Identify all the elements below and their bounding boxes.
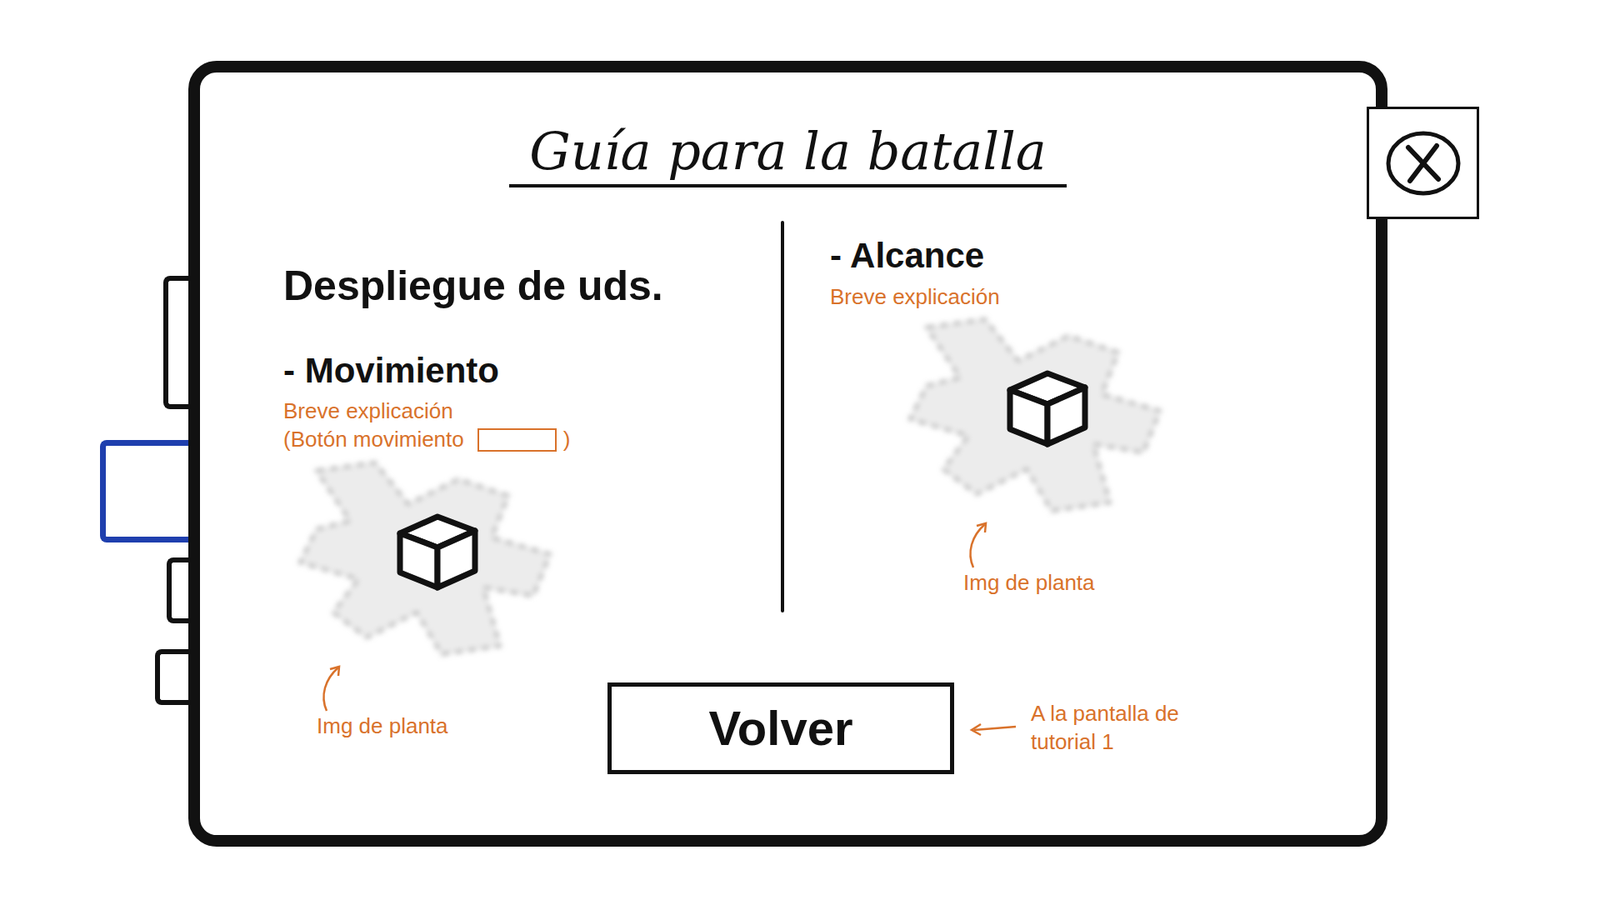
section-title: - Alcance [830, 235, 1376, 276]
section-title: - Movimiento [283, 350, 781, 391]
range-column: - Alcance Breve explicación Img de planta [784, 187, 1376, 621]
side-tab-strip [0, 60, 200, 900]
plant-image [283, 454, 584, 663]
caption-text: Img de planta [316, 712, 449, 741]
plant-image [893, 310, 1194, 520]
close-column [1387, 60, 1600, 900]
caption-arrow [963, 519, 997, 570]
back-button-note: A la pantalla de tutorial 1 [1030, 700, 1190, 757]
left-arrow-icon [967, 720, 1018, 737]
plant-map-icon [283, 454, 584, 663]
button-note: (Botón movimiento) [283, 425, 781, 455]
battle-guide-screen: Guía para la batallaDespliegue de uds.- … [0, 0, 1600, 900]
note-arrow [967, 718, 1018, 739]
column-divider [780, 220, 785, 613]
section-description: Breve explicación [830, 283, 1376, 312]
guide-panel: Guía para la batallaDespliegue de uds.- … [188, 60, 1388, 847]
pointer-arrow-icon [963, 519, 997, 570]
section-description: Breve explicación [283, 397, 781, 426]
caption-arrow [316, 662, 350, 713]
close-icon [1383, 127, 1464, 200]
side-tab[interactable] [100, 440, 200, 543]
pointer-arrow-icon [316, 662, 350, 713]
back-button[interactable]: Volver [607, 682, 955, 775]
deployment-heading: Despliegue de uds. [283, 262, 781, 311]
guide-title: Guía para la batalla [509, 120, 1067, 188]
button-note-end: ) [563, 425, 571, 455]
guide-content: Despliegue de uds. - Movimiento Breve expl… [200, 187, 1376, 835]
footer: Volver A la pantalla de tutorial 1 [200, 682, 1376, 775]
button-note-text: (Botón movimiento [283, 425, 465, 455]
image-caption: Img de planta [963, 519, 1376, 598]
caption-text: Img de planta [963, 569, 1095, 598]
close-button[interactable] [1366, 106, 1480, 220]
title-bar: Guía para la batalla [200, 72, 1376, 188]
plant-map-icon [893, 310, 1194, 520]
move-button-placeholder [477, 428, 557, 452]
